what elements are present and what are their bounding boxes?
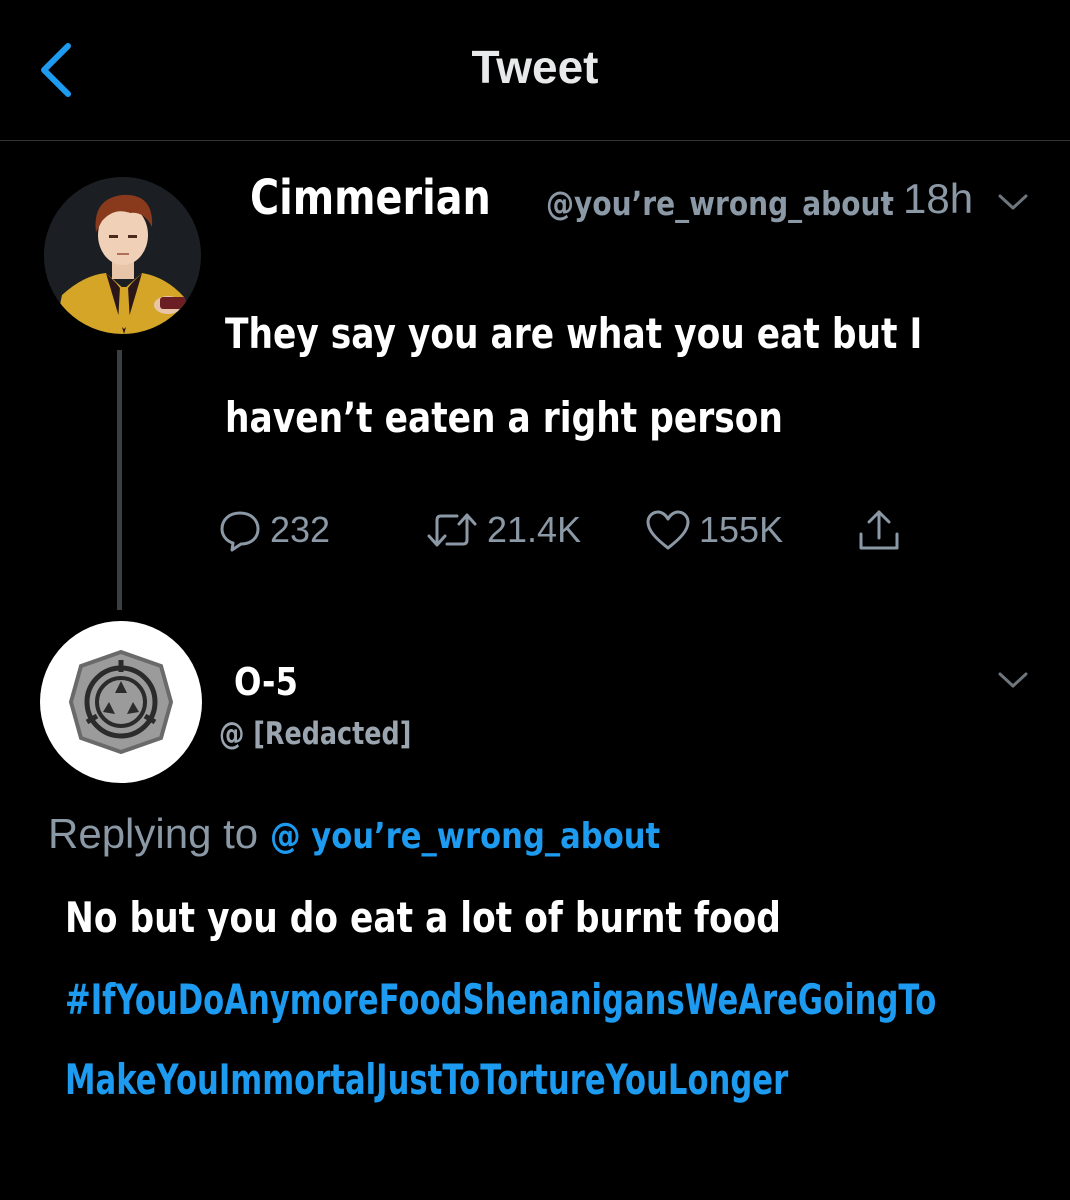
reply-text: No but you do eat a lot of burnt food [65,893,781,942]
reply-button[interactable]: 232 [218,505,330,555]
reply-count: 232 [270,509,331,550]
retweet-icon [427,513,477,547]
like-count: 155K [699,509,784,550]
hashtag-link-line-2[interactable]: MakeYouImmortalJustToTortureYouLonger [65,1055,788,1104]
top-bar: Tweet [0,0,1070,141]
separator-dot: · [882,180,894,221]
reply-menu-button[interactable] [996,668,1030,692]
tweet-timestamp[interactable]: 18h [903,175,973,223]
retweet-button[interactable]: 21.4K [425,505,581,555]
scp-logo [68,649,174,755]
replying-to-label: Replying to [48,810,270,857]
chevron-down-icon [998,194,1028,210]
avatar-illustration [44,177,201,334]
tweet-text-line-1: They say you are what you eat but I [225,309,923,358]
author-name[interactable]: Cimmerian [250,170,491,226]
retweet-count: 21.4K [487,509,582,550]
reply-icon [220,511,260,552]
heart-icon [646,510,690,550]
reply-author-handle[interactable]: @ [Redacted] [219,716,411,752]
tweet-text-line-2: haven’t eaten a right person [225,393,783,442]
author-avatar[interactable] [44,177,201,334]
page-title: Tweet [471,41,599,93]
thread-connector [117,350,122,610]
share-button[interactable] [855,505,903,555]
share-icon [859,510,899,550]
like-button[interactable]: 155K [645,505,783,555]
replying-to-line: Replying to @ you’re_wrong_about [48,810,729,858]
hashtag-link-line-1[interactable]: #IfYouDoAnymoreFoodShenanigansWeAreGoing… [65,975,936,1024]
reply-author-name[interactable]: O-5 [234,660,298,704]
author-handle[interactable]: @you’re_wrong_about [546,184,894,223]
replying-to-link[interactable]: @ you’re_wrong_about [270,816,660,857]
tweet-menu-button[interactable] [996,190,1030,214]
reply-author-avatar[interactable] [40,621,202,783]
chevron-down-icon [998,672,1028,688]
